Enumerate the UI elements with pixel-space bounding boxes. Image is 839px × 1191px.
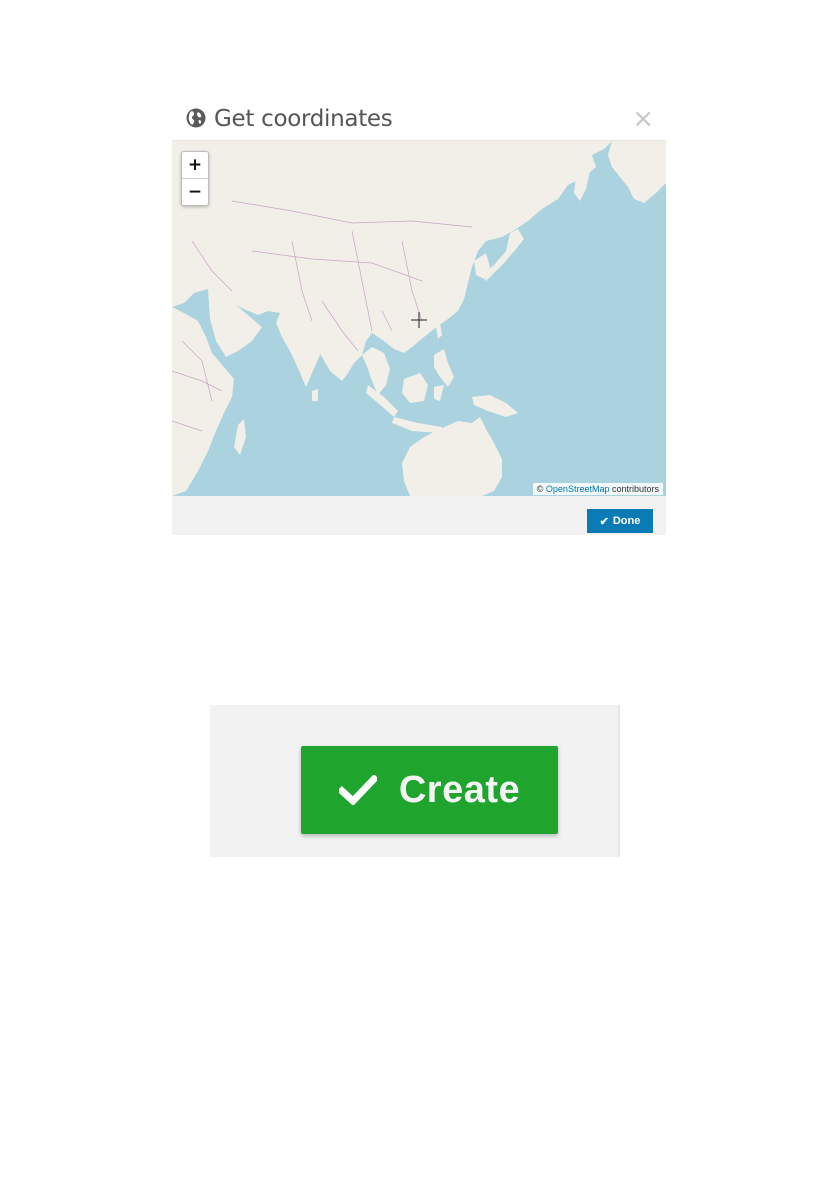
create-button-panel: Create: [210, 705, 620, 857]
map-view[interactable]: + − © OpenStreetMap contributors: [172, 141, 666, 496]
zoom-out-button[interactable]: −: [182, 179, 208, 205]
done-label: Done: [612, 515, 641, 527]
zoom-control: + −: [181, 151, 209, 206]
attribution-prefix: ©: [536, 484, 546, 494]
create-label: Create: [398, 768, 521, 811]
done-button[interactable]: ✔ Done: [587, 509, 653, 533]
create-button[interactable]: Create: [301, 746, 558, 834]
get-coordinates-modal: Get coordinates × + − © OpenStreetMap co…: [172, 98, 666, 535]
modal-footer: ✔ Done: [172, 496, 666, 535]
attribution-suffix: contributors: [609, 484, 659, 494]
check-icon: [338, 775, 377, 805]
zoom-in-button[interactable]: +: [182, 152, 208, 179]
globe-icon: [186, 108, 206, 128]
map-attribution: © OpenStreetMap contributors: [532, 483, 663, 495]
check-icon: ✔: [599, 515, 609, 528]
modal-title: Get coordinates: [214, 106, 393, 132]
close-icon[interactable]: ×: [632, 106, 654, 132]
openstreetmap-link[interactable]: OpenStreetMap: [546, 484, 610, 494]
crosshair-icon: [411, 312, 427, 328]
modal-header: Get coordinates ×: [172, 98, 666, 141]
